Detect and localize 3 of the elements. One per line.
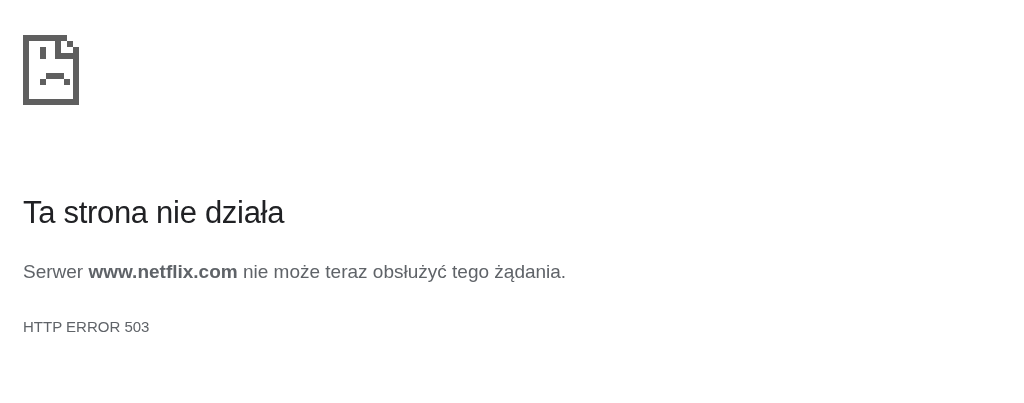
error-heading: Ta strona nie działa (23, 195, 286, 231)
error-message: Serwer www.netflix.com nie może teraz obsłużyć tego żądania. (23, 261, 568, 283)
error-code: HTTP ERROR 503 (23, 318, 151, 335)
